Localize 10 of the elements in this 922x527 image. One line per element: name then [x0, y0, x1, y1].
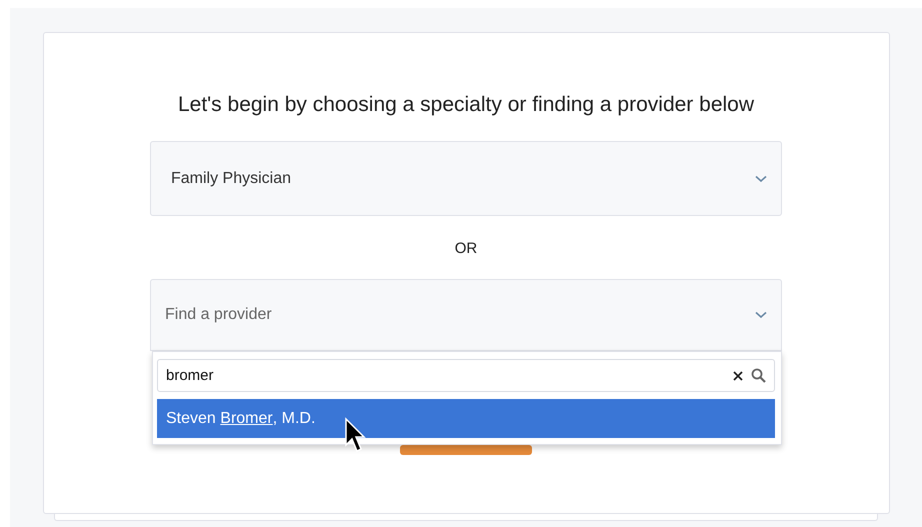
- search-field[interactable]: bromer: [157, 359, 775, 392]
- specialty-select[interactable]: Family Physician: [150, 141, 782, 216]
- chevron-down-icon: [755, 174, 767, 182]
- heading: Let's begin by choosing a specialty or finding a provider below: [178, 93, 754, 117]
- provider-option[interactable]: Steven Bromer, M.D.: [157, 399, 775, 438]
- search-icon[interactable]: [751, 368, 766, 383]
- provider-select[interactable]: Find a provider: [150, 279, 782, 351]
- or-separator: OR: [454, 240, 478, 257]
- chevron-down-icon: [755, 311, 767, 319]
- clear-icon[interactable]: [733, 370, 743, 380]
